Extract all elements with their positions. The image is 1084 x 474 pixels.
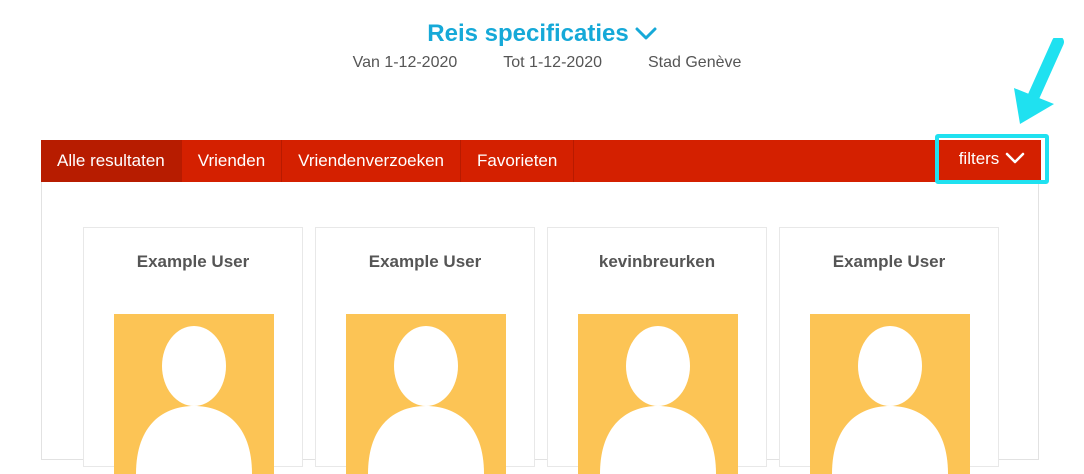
user-silhouette-icon bbox=[832, 326, 948, 474]
chevron-down-icon bbox=[1005, 149, 1025, 169]
tab-all-results[interactable]: Alle resultaten bbox=[41, 140, 182, 182]
user-name: kevinbreurken bbox=[598, 252, 716, 271]
avatar bbox=[578, 314, 738, 474]
avatar bbox=[114, 314, 274, 474]
avatar bbox=[810, 314, 970, 474]
user-silhouette-icon bbox=[600, 326, 716, 474]
trip-meta: Van 1-12-2020 Tot 1-12-2020 Stad Genève bbox=[0, 54, 1084, 72]
user-silhouette-icon bbox=[368, 326, 484, 474]
tab-bar: Alle resultaten Vrienden Vriendenverzoek… bbox=[41, 140, 1039, 182]
user-name: Example User bbox=[368, 252, 482, 271]
tab-label: Alle resultaten bbox=[57, 151, 165, 170]
tab-friend-requests[interactable]: Vriendenverzoeken bbox=[282, 140, 462, 182]
user-card[interactable]: Example User bbox=[315, 227, 535, 474]
annotation-arrow-icon bbox=[1010, 36, 1070, 133]
trip-header: Reis specificaties Van 1-12-2020 Tot 1-1… bbox=[0, 20, 1084, 72]
user-silhouette-icon bbox=[136, 326, 252, 474]
filters-label: filters bbox=[958, 149, 1000, 168]
tab-label: Vrienden bbox=[197, 151, 266, 170]
tab-favorites[interactable]: Favorieten bbox=[461, 140, 575, 182]
user-name: Example User bbox=[136, 252, 250, 271]
filters-button[interactable]: filters bbox=[935, 134, 1049, 184]
tab-label: Favorieten bbox=[477, 151, 558, 170]
tab-label: Vriendenverzoeken bbox=[298, 151, 445, 170]
from-date: Van 1-12-2020 bbox=[352, 54, 458, 71]
trip-specs-toggle[interactable]: Reis specificaties bbox=[427, 20, 657, 48]
to-date: Tot 1-12-2020 bbox=[503, 54, 602, 71]
user-card[interactable]: Example User bbox=[779, 227, 999, 474]
tab-friends[interactable]: Vrienden bbox=[182, 140, 283, 182]
user-card[interactable]: kevinbreurken bbox=[547, 227, 767, 474]
user-card[interactable]: Example User bbox=[83, 227, 303, 474]
city: Stad Genève bbox=[648, 54, 742, 71]
user-name: Example User bbox=[832, 252, 946, 271]
page-title: Reis specificaties bbox=[427, 20, 629, 47]
avatar bbox=[346, 314, 506, 474]
chevron-down-icon bbox=[635, 27, 657, 41]
